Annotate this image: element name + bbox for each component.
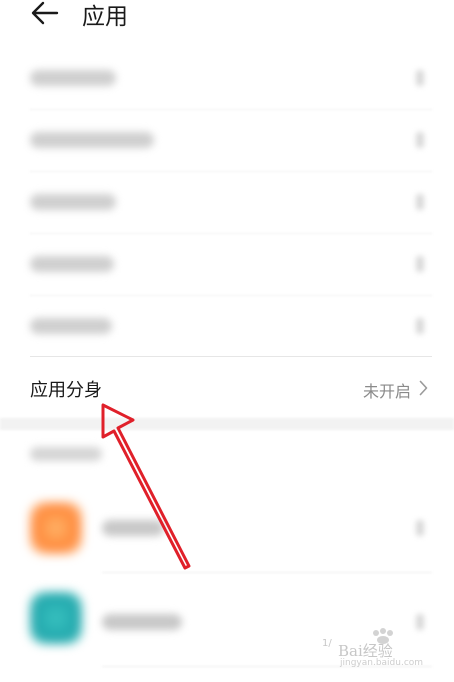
blurred-section-header (30, 447, 102, 461)
chevron-right-icon (416, 318, 424, 334)
app-icon (30, 502, 82, 554)
settings-list-blurred (0, 48, 454, 358)
app-clone-label: 应用分身 (30, 380, 102, 401)
watermark-url: jingyan.baidu.com (340, 658, 424, 668)
app-clone-row[interactable]: 应用分身 未开启 (0, 358, 454, 416)
list-divider (102, 572, 432, 573)
chevron-right-icon (416, 520, 424, 536)
chevron-right-icon (416, 70, 424, 86)
page-title: 应用 (82, 4, 128, 30)
blurred-list-item[interactable] (0, 110, 454, 172)
blurred-app-name (102, 520, 164, 536)
app-header: 应用 (0, 0, 454, 40)
watermark: 1/ Bai经验 jingyan.baidu.com (318, 628, 438, 672)
chevron-right-icon (419, 380, 428, 396)
page-indicator: 1/ (322, 638, 332, 649)
chevron-right-icon (416, 132, 424, 148)
blurred-app-item[interactable] (0, 480, 454, 573)
blurred-list-item[interactable] (0, 48, 454, 110)
blurred-item-text (30, 70, 116, 86)
list-divider (30, 356, 432, 357)
blurred-item-text (30, 256, 114, 272)
blurred-item-text (30, 132, 154, 148)
blurred-app-name (102, 614, 182, 630)
blurred-item-text (30, 194, 116, 210)
blurred-list-item[interactable] (0, 172, 454, 234)
back-arrow-icon[interactable] (30, 0, 60, 26)
section-separator (0, 418, 454, 430)
blurred-item-text (30, 318, 112, 334)
app-icon (30, 592, 82, 644)
chevron-right-icon (416, 256, 424, 272)
chevron-right-icon (416, 194, 424, 210)
blurred-list-item[interactable] (0, 296, 454, 358)
blurred-list-item[interactable] (0, 234, 454, 296)
app-clone-status: 未开启 (362, 382, 411, 401)
